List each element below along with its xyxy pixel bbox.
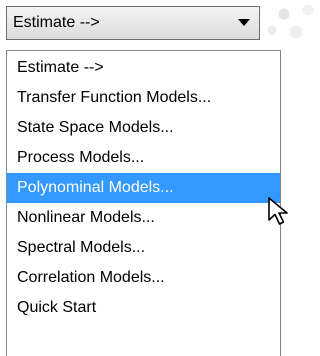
estimate-combo-box[interactable]: Estimate --> <box>6 6 260 40</box>
estimate-dropdown-screen: Estimate --> Estimate --> Transfer Funct… <box>0 0 320 356</box>
menu-item-polynominal-models[interactable]: Polynominal Models... <box>7 173 280 203</box>
menu-item-estimate[interactable]: Estimate --> <box>7 51 280 83</box>
menu-item-process-models[interactable]: Process Models... <box>7 143 280 173</box>
dropdown-triangle-icon[interactable] <box>229 7 259 39</box>
combo-selected-value: Estimate --> <box>13 14 100 31</box>
menu-item-nonlinear-models[interactable]: Nonlinear Models... <box>7 203 280 233</box>
background-texture <box>264 0 320 44</box>
menu-item-transfer-function-models[interactable]: Transfer Function Models... <box>7 83 280 113</box>
menu-item-state-space-models[interactable]: State Space Models... <box>7 113 280 143</box>
menu-item-correlation-models[interactable]: Correlation Models... <box>7 263 280 293</box>
menu-item-quick-start[interactable]: Quick Start <box>7 293 280 323</box>
menu-item-spectral-models[interactable]: Spectral Models... <box>7 233 280 263</box>
estimate-dropdown-list: Estimate --> Transfer Function Models...… <box>6 50 281 356</box>
mouse-pointer-icon <box>266 196 296 228</box>
